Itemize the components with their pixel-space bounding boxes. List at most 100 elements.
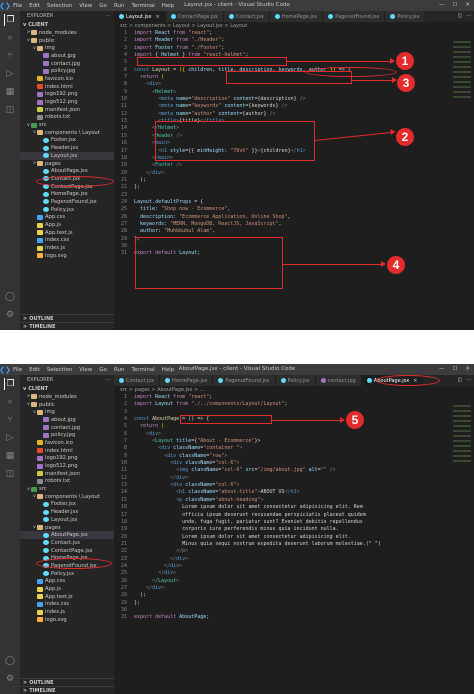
tree-item[interactable]: logo512.png (20, 98, 114, 106)
menu-item-help[interactable]: Help (162, 367, 175, 373)
menu-item-view[interactable]: View (79, 3, 92, 9)
tree-item[interactable]: HomePage.jsx (20, 190, 114, 198)
tree-item[interactable]: Header.jsx (20, 508, 114, 516)
tree-item[interactable]: favicon.ico (20, 439, 114, 447)
tree-item[interactable]: logo192.png (20, 91, 114, 99)
tab-policy-jsx[interactable]: Policy.jsx (385, 11, 426, 22)
menu-item-terminal[interactable]: Terminal (131, 367, 154, 373)
tab-contactpage-jsx[interactable]: ContactPage.jsx (165, 11, 224, 22)
menu-item-file[interactable]: File (13, 367, 22, 373)
menu-item-help[interactable]: Help (162, 3, 175, 9)
code-editor[interactable]: 1 import React from "react"; 2 import Heade… (114, 30, 474, 258)
tree-item[interactable]: App.js (20, 585, 114, 593)
tree-item[interactable]: App.css (20, 214, 114, 222)
tab-homepage-jsx[interactable]: HomePage.jsx (160, 375, 214, 386)
tab-pagenotfound-jsx[interactable]: PagenotFound.jsx (323, 11, 386, 22)
remote-icon[interactable]: ◫ (4, 468, 16, 480)
tree-item[interactable]: robots.txt (20, 114, 114, 122)
tree-item[interactable]: index.css (20, 237, 114, 245)
maximize-icon[interactable]: ☐ (452, 2, 457, 8)
close-icon[interactable]: ✕ (465, 366, 470, 372)
tree-item[interactable]: index.js (20, 244, 114, 252)
tree-item[interactable]: App.test.js (20, 593, 114, 601)
tab-contact-jsx[interactable]: Contact.jsx (223, 11, 270, 22)
more-actions-icon[interactable]: ··· (105, 13, 110, 21)
tree-item[interactable]: v public (20, 401, 114, 409)
close-tab-icon[interactable]: × (413, 378, 417, 384)
tab-contact-jpg[interactable]: contact.jpg (315, 375, 362, 386)
tree-item[interactable]: policy.jpg (20, 67, 114, 75)
tree-item[interactable]: AboutPage.jsx (20, 167, 114, 175)
more-actions-icon[interactable]: ··· (105, 377, 110, 385)
tree-item[interactable]: v src (20, 121, 114, 129)
menu-item-selection[interactable]: Selection (47, 367, 72, 373)
settings-gear-icon[interactable]: ⚙ (4, 673, 16, 685)
tree-item[interactable]: contact.jpg (20, 60, 114, 68)
tree-item[interactable]: manifest.json (20, 470, 114, 478)
menu-item-edit[interactable]: Edit (29, 367, 40, 373)
menu-item-go[interactable]: Go (99, 3, 107, 9)
tree-item[interactable]: ContactPage.jsx (20, 547, 114, 555)
tab-layout-jsx[interactable]: Layout.jsx × (114, 11, 166, 22)
outline-section[interactable]: > OUTLINE (20, 678, 114, 686)
tree-item[interactable]: PagenotFound.jsx (20, 562, 114, 570)
tree-item[interactable]: Policy.jsx (20, 206, 114, 214)
outline-section[interactable]: > OUTLINE (20, 314, 114, 322)
menu-item-view[interactable]: View (79, 367, 92, 373)
run-debug-icon[interactable]: ▷ (4, 68, 16, 80)
tab-contact-jsx[interactable]: Contact.jsx (114, 375, 160, 386)
remote-icon[interactable]: ◫ (4, 104, 16, 116)
root-folder[interactable]: v CLIENT (20, 21, 114, 29)
run-debug-icon[interactable]: ▷ (4, 432, 16, 444)
minimize-icon[interactable]: — (439, 2, 445, 8)
tree-item[interactable]: Footer.jsx (20, 137, 114, 145)
tree-item[interactable]: Layout.jsx (20, 516, 114, 524)
minimize-icon[interactable]: — (439, 366, 445, 372)
maximize-icon[interactable]: ☐ (452, 366, 457, 372)
minimap[interactable] (453, 41, 471, 101)
close-icon[interactable]: ✕ (465, 2, 470, 8)
timeline-section[interactable]: > TIMELINE (20, 322, 114, 330)
root-folder[interactable]: v CLIENT (20, 385, 114, 393)
menu-item-file[interactable]: File (13, 3, 22, 9)
tab-homepage-jsx[interactable]: HomePage.jsx (269, 11, 324, 22)
timeline-section[interactable]: > TIMELINE (20, 686, 114, 694)
tab-policy-jsx[interactable]: Policy.jsx (275, 375, 316, 386)
search-icon[interactable]: ⌕ (4, 396, 16, 408)
tree-item[interactable]: App.test.js (20, 229, 114, 237)
tree-item[interactable]: about.jpg (20, 52, 114, 60)
minimap[interactable] (453, 405, 471, 465)
tree-item[interactable]: PagenotFound.jsx (20, 198, 114, 206)
tree-item[interactable]: > node_modules (20, 29, 114, 37)
tree-item[interactable]: App.css (20, 578, 114, 586)
account-icon[interactable]: ◯ (4, 655, 16, 667)
tree-item[interactable]: v components \ Layout (20, 129, 114, 137)
tree-item[interactable]: favicon.ico (20, 75, 114, 83)
tree-item[interactable]: > pages (20, 160, 114, 168)
explorer-icon[interactable]: ❐ (4, 378, 16, 390)
tree-item[interactable]: index.html (20, 83, 114, 91)
source-control-icon[interactable]: ⑂ (4, 414, 16, 426)
tree-item[interactable]: v src (20, 485, 114, 493)
tree-item[interactable]: v pages (20, 524, 114, 532)
tree-item[interactable]: index.js (20, 608, 114, 616)
more-actions-icon[interactable]: ··· (466, 13, 471, 19)
tree-item[interactable]: robots.txt (20, 478, 114, 486)
close-tab-icon[interactable]: × (156, 14, 160, 20)
split-editor-icon[interactable]: ◫ (457, 13, 462, 19)
tree-item[interactable]: ContactPage.jsx (20, 183, 114, 191)
tree-item[interactable]: logo.svg (20, 252, 114, 260)
tree-item[interactable]: v img (20, 408, 114, 416)
tree-item[interactable]: manifest.json (20, 106, 114, 114)
source-control-icon[interactable]: ⑂ (4, 50, 16, 62)
tree-item[interactable]: Footer.jsx (20, 501, 114, 509)
tree-item[interactable]: App.js (20, 221, 114, 229)
menu-item-run[interactable]: Run (114, 367, 125, 373)
tree-item[interactable]: v components \ Layout (20, 493, 114, 501)
tree-item[interactable]: Contact.jsx (20, 175, 114, 183)
tree-item[interactable]: logo.svg (20, 616, 114, 624)
account-icon[interactable]: ◯ (4, 291, 16, 303)
tree-item[interactable]: logo512.png (20, 462, 114, 470)
tree-item[interactable]: v img (20, 44, 114, 52)
tree-item[interactable]: contact.jpg (20, 424, 114, 432)
